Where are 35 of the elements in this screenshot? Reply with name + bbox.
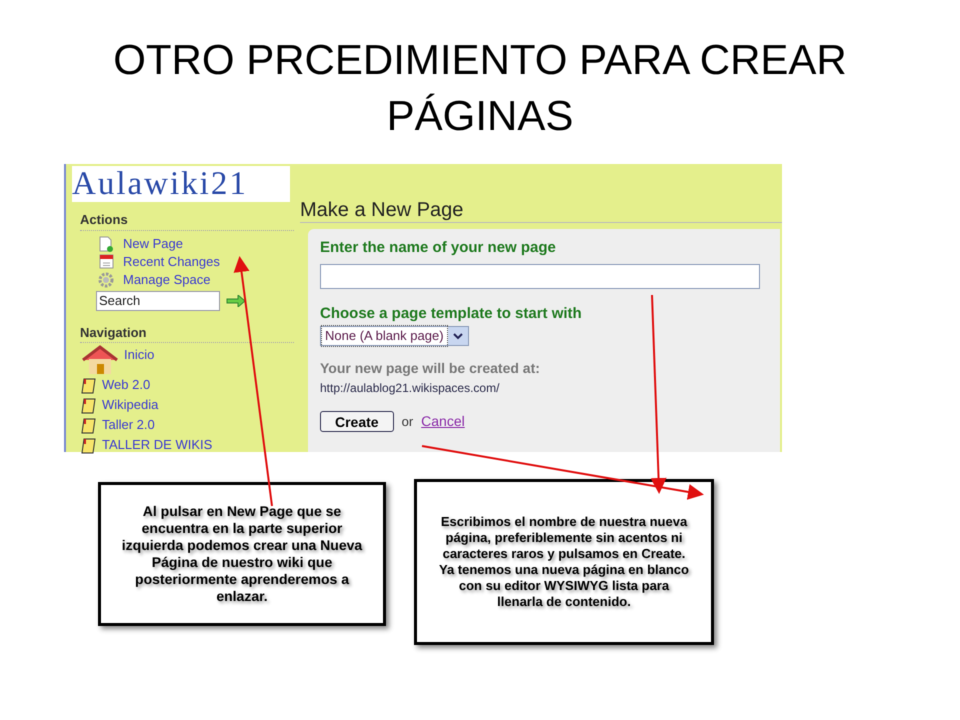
actions-heading: Actions bbox=[80, 210, 294, 230]
new-page-icon bbox=[99, 236, 113, 252]
callout-box: Escribimos el nombre de nuestra nueva página, preferiblemente sin acentos ni caracteres raros y pulsamos en Create. Ya tenemos una nueva página en blanco con su editor WYSIWYG lista para llenarla de contenido. bbox=[414, 479, 714, 645]
sidebar-link[interactable]: New Page bbox=[98, 234, 296, 252]
create-button[interactable]: Create bbox=[320, 411, 394, 432]
gear-icon bbox=[98, 272, 114, 288]
sidebar-link[interactable]: Web 2.0 bbox=[80, 375, 296, 395]
house-icon bbox=[80, 345, 120, 375]
cancel-link[interactable]: Cancel bbox=[421, 411, 465, 432]
sidebar-link[interactable]: Wikipedia bbox=[80, 395, 296, 415]
calendar-icon bbox=[98, 254, 114, 269]
search-field[interactable]: Search bbox=[96, 290, 220, 310]
chevron-down-icon bbox=[448, 327, 468, 345]
sidebar-link[interactable]: Manage Space bbox=[98, 270, 296, 288]
arrow-right-icon[interactable] bbox=[226, 294, 246, 306]
sidebar-link[interactable]: Inicio bbox=[80, 345, 296, 375]
navigation-heading: Navigation bbox=[80, 322, 294, 343]
note-page-icon bbox=[80, 416, 98, 434]
location-url: http://aulablog21.wikispaces.com/ bbox=[320, 380, 500, 397]
sidebar-link[interactable]: TALLER DE WIKIS bbox=[80, 435, 296, 455]
page-heading: Make a New Page bbox=[300, 198, 782, 223]
page-name-field[interactable] bbox=[320, 264, 760, 288]
template-select[interactable]: None (A blank page) bbox=[320, 326, 469, 346]
note-page-icon bbox=[80, 436, 98, 454]
sidebar-link[interactable]: Taller 2.0 bbox=[80, 415, 296, 435]
location-label: Your new page will be created at: bbox=[320, 359, 540, 378]
note-page-icon bbox=[80, 396, 98, 414]
logo: Aulawiki21 bbox=[72, 166, 290, 202]
callout-box: Al pulsar en New Page que se encuentra en la parte superior izquierda podemos crear una Nueva Página de nuestro wiki que posteriormente aprenderemos a enlazar. bbox=[98, 482, 386, 626]
or-text: or bbox=[402, 412, 414, 431]
slide-title: OTRO PRCEDIMIENTO PARA CREAR PÁGINAS bbox=[112, 35, 848, 141]
sidebar-link[interactable]: Recent Changes bbox=[98, 252, 296, 270]
note-page-icon bbox=[80, 376, 98, 394]
field-label: Enter the name of your new page bbox=[320, 238, 556, 258]
field-label: Choose a page template to start with bbox=[320, 304, 582, 324]
